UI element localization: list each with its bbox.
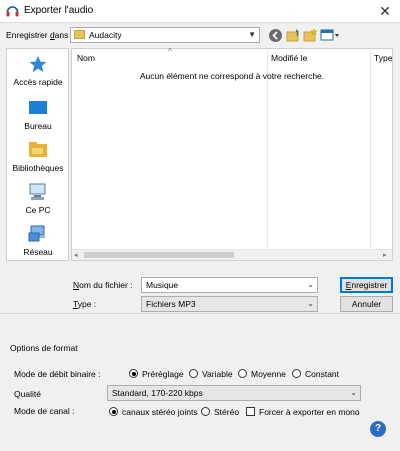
help-button[interactable]: ?	[370, 421, 386, 437]
radio-label: Préréglage	[142, 369, 184, 379]
radio-button[interactable]	[109, 407, 118, 416]
scroll-right-icon[interactable]: ▸	[383, 251, 387, 259]
force-mono-label: Forcer à exporter en mono	[259, 407, 360, 417]
quality-label: Qualité	[14, 389, 41, 399]
radio-label: Constant	[305, 369, 340, 379]
radio-label: Stéréo	[214, 407, 240, 417]
place-label: Accès rapide	[13, 77, 63, 87]
libraries-icon	[29, 142, 47, 157]
filetype-select[interactable]: Fichiers MP3 ⌄	[141, 296, 318, 312]
scroll-left-icon[interactable]: ◂	[74, 251, 78, 259]
quality-value: Standard, 170-220 kbps	[112, 388, 203, 398]
save-in-label: Enregistrer dans :	[6, 30, 74, 40]
radio-label: canaux stéréo joints	[122, 407, 198, 417]
folder-icon	[74, 30, 85, 39]
filename-input[interactable]: Musique ⌄	[141, 277, 318, 293]
star-icon	[29, 56, 47, 72]
filetype-label: Type :	[73, 299, 97, 309]
chevron-down-icon: ⌄	[307, 299, 314, 308]
file-list[interactable]: ^ Nom Modifié le Type Aucun élément ne c…	[71, 47, 393, 261]
column-header-modified[interactable]: Modifié le	[271, 53, 307, 63]
column-header-name[interactable]: Nom	[77, 53, 95, 63]
computer-icon	[29, 183, 46, 200]
radio-button[interactable]	[129, 369, 138, 378]
cancel-button[interactable]: Annuler	[340, 296, 393, 312]
up-folder-icon[interactable]	[286, 28, 301, 43]
scrollbar-thumb[interactable]	[84, 252, 234, 258]
back-arrow-icon[interactable]	[268, 28, 283, 43]
place-label: Réseau	[23, 247, 53, 257]
radio-button[interactable]	[292, 369, 301, 378]
save-button[interactable]: Enregistrer	[340, 277, 393, 293]
places-bar: Accès rapide Bureau Bibliothèques Ce PC …	[6, 48, 69, 261]
empty-list-message: Aucun élément ne correspond à votre rech…	[139, 71, 325, 81]
radio-button[interactable]	[201, 407, 210, 416]
options-separator	[0, 313, 400, 314]
chevron-down-icon[interactable]: ⌄	[307, 280, 314, 289]
window-title: Exporter l'audio	[24, 5, 94, 16]
radio-label: Moyenne	[251, 369, 286, 379]
place-network[interactable]: Réseau	[7, 225, 69, 257]
chevron-down-icon: ⌄	[350, 388, 357, 397]
title-bar: Exporter l'audio ✕	[0, 0, 400, 22]
column-header-type[interactable]: Type	[374, 53, 392, 63]
close-button[interactable]: ✕	[376, 2, 394, 20]
save-in-folder-value: Audacity	[89, 30, 122, 40]
place-label: Ce PC	[25, 205, 51, 215]
new-folder-icon[interactable]	[303, 28, 318, 43]
horizontal-scrollbar[interactable]: ◂ ▸	[72, 249, 392, 260]
place-label: Bureau	[24, 121, 52, 131]
radio-label: Variable	[202, 369, 233, 379]
chevron-down-icon: ▼	[248, 30, 256, 39]
bitrate-mode-label: Mode de débit binaire :	[14, 369, 101, 379]
audacity-app-icon	[6, 6, 19, 17]
desktop-icon	[29, 101, 47, 114]
radio-button[interactable]	[189, 369, 198, 378]
save-in-folder-combo[interactable]: Audacity ▼	[70, 27, 260, 43]
quality-select[interactable]: Standard, 170-220 kbps ⌄	[107, 385, 361, 401]
filetype-value: Fichiers MP3	[146, 299, 196, 309]
view-menu-icon[interactable]	[320, 28, 340, 43]
place-this-pc[interactable]: Ce PC	[7, 183, 69, 215]
place-quick-access[interactable]: Accès rapide	[7, 55, 69, 87]
options-group-title: Options de format	[10, 343, 78, 353]
filename-label: Nom du fichier :	[73, 280, 133, 290]
place-label: Bibliothèques	[12, 163, 64, 173]
filename-value: Musique	[146, 280, 179, 290]
channel-mode-label: Mode de canal :	[14, 406, 75, 416]
radio-button[interactable]	[238, 369, 247, 378]
force-mono-checkbox[interactable]	[246, 407, 255, 416]
network-icon	[28, 225, 45, 242]
sort-indicator-icon: ^	[168, 47, 172, 56]
place-desktop[interactable]: Bureau	[7, 99, 69, 131]
place-libraries[interactable]: Bibliothèques	[7, 141, 69, 173]
